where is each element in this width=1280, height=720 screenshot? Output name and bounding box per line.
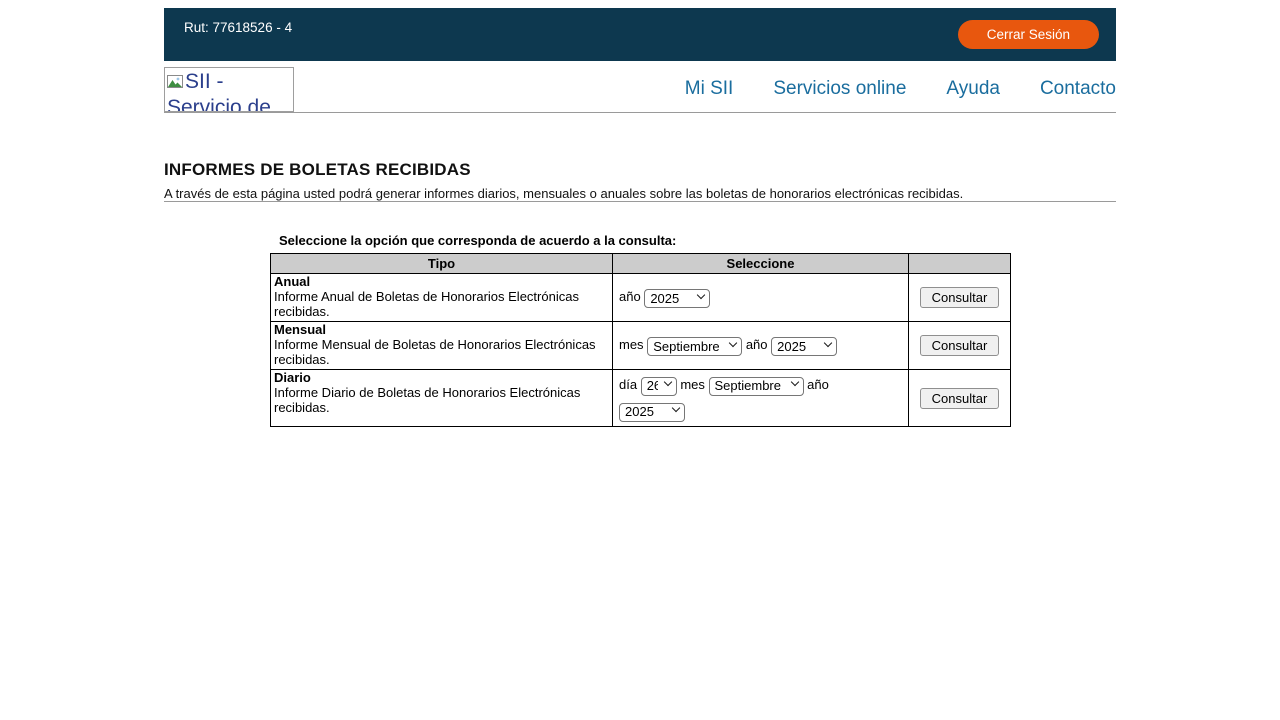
nav-link-ayuda[interactable]: Ayuda xyxy=(946,78,1000,100)
row-desc-anual: Informe Anual de Boletas de Honorarios E… xyxy=(274,289,579,319)
mensual-ano-select-wrap: 2025 xyxy=(771,334,837,359)
page-description: A través de esta página usted podrá gene… xyxy=(164,186,1116,201)
row-desc-diario: Informe Diario de Boletas de Honorarios … xyxy=(274,385,580,415)
consultar-mensual-button[interactable]: Consultar xyxy=(920,335,1000,356)
mensual-mes-select-wrap: Septiembre xyxy=(647,334,742,359)
nav-link-contacto[interactable]: Contacto xyxy=(1040,78,1116,100)
row-title-anual: Anual xyxy=(274,274,310,289)
table-row-mensual: Mensual Informe Mensual de Boletas de Ho… xyxy=(271,322,1011,370)
table-row-anual: Anual Informe Anual de Boletas de Honora… xyxy=(271,274,1011,322)
broken-image-icon xyxy=(167,74,183,90)
mensual-ano-label: año xyxy=(746,337,768,352)
diario-mes-select-wrap: Septiembre xyxy=(709,373,804,398)
mensual-ano-select[interactable]: 2025 xyxy=(771,337,837,356)
anual-ano-select[interactable]: 2025 xyxy=(644,289,710,308)
diario-mes-label: mes xyxy=(680,377,705,392)
column-header-accion xyxy=(909,254,1011,274)
mensual-mes-label: mes xyxy=(619,337,644,352)
content-column: Rut: 77618526 - 4 Cerrar Sesión SII - Se… xyxy=(164,0,1116,427)
table-row-diario: Diario Informe Diario de Boletas de Hono… xyxy=(271,370,1011,427)
main-nav: Mi SII Servicios online Ayuda Contacto xyxy=(685,78,1116,100)
row-desc-mensual: Informe Mensual de Boletas de Honorarios… xyxy=(274,337,596,367)
page-title: INFORMES DE BOLETAS RECIBIDAS xyxy=(164,160,1116,180)
rut-text: Rut: 77618526 - 4 xyxy=(184,20,292,35)
consultar-diario-button[interactable]: Consultar xyxy=(920,388,1000,409)
consulta-table: Tipo Seleccione Anual Informe Anual de B… xyxy=(270,253,1011,427)
nav-link-mi-sii[interactable]: Mi SII xyxy=(685,78,734,100)
diario-dia-label: día xyxy=(619,377,637,392)
row-title-mensual: Mensual xyxy=(274,322,326,337)
mensual-mes-select[interactable]: Septiembre xyxy=(647,337,742,356)
header-row: SII - Servicio de Mi SII Servicios onlin… xyxy=(164,66,1116,112)
diario-mes-select[interactable]: Septiembre xyxy=(709,377,804,396)
consulta-section: Seleccione la opción que corresponda de … xyxy=(270,233,1116,427)
anual-ano-select-wrap: 2025 xyxy=(644,286,710,311)
diario-dia-select[interactable]: 26 xyxy=(641,377,677,396)
header-divider xyxy=(164,112,1116,113)
diario-ano-select[interactable]: 2025 xyxy=(619,403,685,422)
session-bar: Rut: 77618526 - 4 Cerrar Sesión xyxy=(164,8,1116,61)
diario-ano-select-wrap: 2025 xyxy=(619,399,685,424)
nav-link-servicios-online[interactable]: Servicios online xyxy=(773,78,906,100)
column-header-seleccione: Seleccione xyxy=(613,254,909,274)
diario-dia-select-wrap: 26 xyxy=(641,373,677,398)
consulta-caption: Seleccione la opción que corresponda de … xyxy=(270,233,1116,248)
section-divider xyxy=(164,201,1116,202)
row-title-diario: Diario xyxy=(274,370,311,385)
column-header-tipo: Tipo xyxy=(271,254,613,274)
diario-ano-label: año xyxy=(807,377,829,392)
consultar-anual-button[interactable]: Consultar xyxy=(920,287,1000,308)
sii-logo-broken-image[interactable]: SII - Servicio de xyxy=(164,67,294,112)
logout-button[interactable]: Cerrar Sesión xyxy=(958,20,1099,49)
table-header-row: Tipo Seleccione xyxy=(271,254,1011,274)
anual-ano-label: año xyxy=(619,289,641,304)
